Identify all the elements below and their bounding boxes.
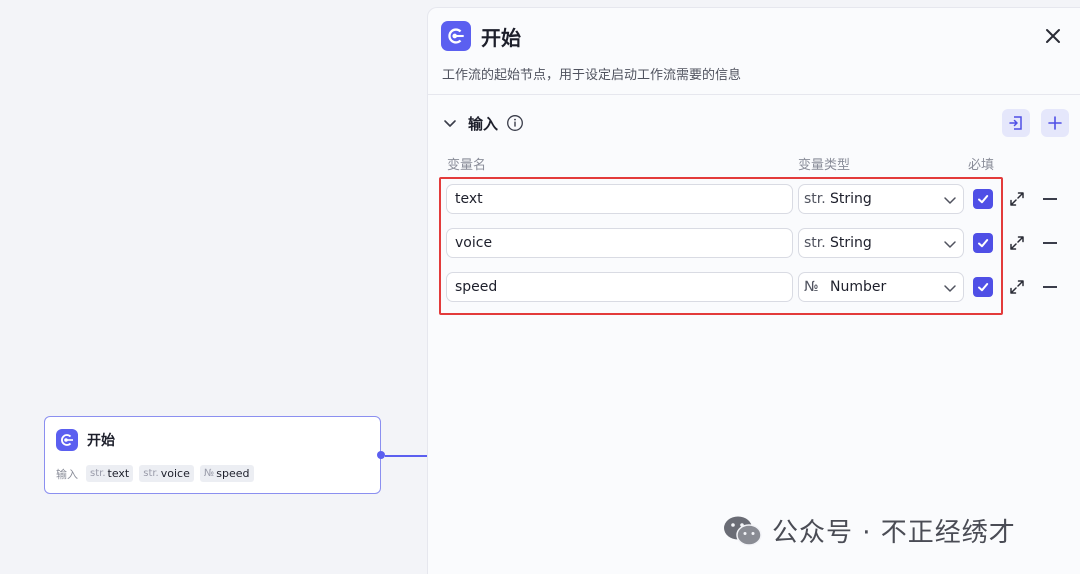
variable-name-input[interactable] <box>446 272 793 302</box>
variable-row: str. String <box>428 184 1080 214</box>
expand-icon[interactable] <box>1008 234 1026 252</box>
type-glyph: str. <box>804 235 826 251</box>
type-glyph: № <box>203 468 215 479</box>
plus-icon <box>1048 116 1062 130</box>
node-config-panel: 开始 工作流的起始节点，用于设定启动工作流需要的信息 输入 变量名 变量类型 必… <box>427 7 1080 574</box>
chevron-down-icon <box>944 197 956 204</box>
node-input-tag: str. voice <box>139 465 194 482</box>
variable-row: str. String <box>428 228 1080 258</box>
start-node-icon <box>56 429 78 451</box>
workflow-canvas[interactable]: 开始 输入 str. text str. voice № speed 开始 工作流的起… <box>0 0 1080 574</box>
column-header-required: 必填 <box>968 158 995 173</box>
chevron-down-icon[interactable] <box>442 115 458 131</box>
variable-name-input[interactable] <box>446 228 793 258</box>
variable-type-select[interactable]: str. String <box>798 228 964 258</box>
check-icon <box>978 195 989 204</box>
column-header-type: 变量类型 <box>798 158 851 173</box>
type-glyph: str. <box>143 468 159 479</box>
add-variable-button[interactable] <box>1041 109 1069 137</box>
check-icon <box>978 239 989 248</box>
remove-variable-button[interactable] <box>1043 242 1057 244</box>
node-inputs-label: 输入 <box>56 467 78 481</box>
variable-type-value: String <box>830 235 872 251</box>
node-input-tag: str. text <box>86 465 134 482</box>
tag-name: speed <box>216 467 250 480</box>
variable-type-value: Number <box>830 279 887 295</box>
remove-variable-button[interactable] <box>1043 198 1057 200</box>
wechat-icon <box>724 516 762 546</box>
import-icon <box>1009 116 1022 130</box>
type-glyph: str. <box>804 191 826 207</box>
info-icon[interactable] <box>506 114 524 132</box>
variable-row: № Number <box>428 272 1080 302</box>
close-icon[interactable] <box>1041 24 1065 48</box>
node-output-handle[interactable] <box>377 451 385 459</box>
expand-icon[interactable] <box>1008 190 1026 208</box>
panel-description: 工作流的起始节点，用于设定启动工作流需要的信息 <box>442 68 742 83</box>
required-checkbox[interactable] <box>973 189 993 209</box>
start-node-title: 开始 <box>87 433 115 449</box>
tag-name: text <box>107 467 130 480</box>
variable-type-select[interactable]: str. String <box>798 184 964 214</box>
start-node[interactable]: 开始 输入 str. text str. voice № speed <box>44 416 381 494</box>
start-node-header: 开始 <box>56 429 115 451</box>
variable-name-input[interactable] <box>446 184 793 214</box>
chevron-down-icon <box>944 241 956 248</box>
type-glyph: str. <box>90 468 106 479</box>
watermark: 公众号 · 不正经绣才 <box>722 512 1016 549</box>
expand-icon[interactable] <box>1008 278 1026 296</box>
variable-type-value: String <box>830 191 872 207</box>
divider <box>428 94 1080 95</box>
node-input-tag: № speed <box>199 465 254 482</box>
required-checkbox[interactable] <box>973 277 993 297</box>
type-glyph: № <box>804 279 819 295</box>
section-title-inputs: 输入 <box>468 115 499 133</box>
start-node-icon <box>441 21 471 51</box>
start-node-inputs: 输入 str. text str. voice № speed <box>56 465 254 482</box>
import-variables-button[interactable] <box>1002 109 1030 137</box>
check-icon <box>978 283 989 292</box>
panel-title: 开始 <box>481 26 521 50</box>
tag-name: voice <box>160 467 190 480</box>
required-checkbox[interactable] <box>973 233 993 253</box>
watermark-text: 公众号 · 不正经绣才 <box>772 518 1016 548</box>
column-header-name: 变量名 <box>447 158 487 173</box>
chevron-down-icon <box>944 285 956 292</box>
remove-variable-button[interactable] <box>1043 286 1057 288</box>
node-edge <box>385 455 427 457</box>
variable-type-select[interactable]: № Number <box>798 272 964 302</box>
